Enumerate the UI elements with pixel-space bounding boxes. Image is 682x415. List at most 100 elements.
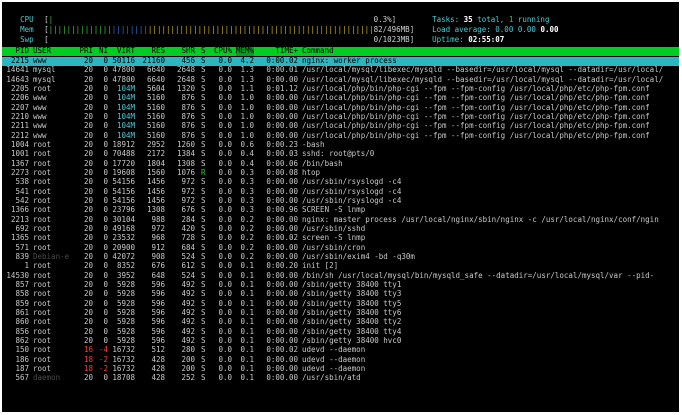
- process-cpu: 0.0: [218, 131, 232, 140]
- process-pid: 14641: [6, 66, 29, 75]
- process-time: 0:00.00: [266, 374, 298, 383]
- process-shr: 280: [181, 346, 195, 355]
- col-res[interactable]: RES: [140, 47, 165, 56]
- process-cpu: 0.0: [218, 355, 232, 364]
- process-user: root: [33, 318, 52, 327]
- process-row[interactable]: 2211 www 20 0 104M 5160 876 S 0.0 1.0 0:00.00/usr/…: [2, 122, 679, 131]
- col-cpu[interactable]: CPU%: [214, 47, 232, 56]
- process-ni: 0: [103, 103, 108, 112]
- process-row[interactable]: 2207 www 20 0 104M 5160 876 S 0.0 1.0 0:00.00/usr/…: [2, 104, 679, 113]
- process-row[interactable]: 2206 www 20 0 104M 5160 876 S 0.0 1.0 0:00.00/usr/…: [2, 94, 679, 103]
- process-list[interactable]: 2215 www 20 0 50116 21160 456 S 0.0 4.2 0:00.02 ngi…: [2, 57, 679, 383]
- process-time: 0:00.00: [266, 215, 298, 224]
- process-row[interactable]: 14641 mysql 20 0 47800 6640 2648 S 0.0 1.3 0:00.01…: [2, 66, 679, 75]
- process-row[interactable]: 1365 root 20 0 23532 968 728 S 0.0 0.2 0:00.02 scre…: [2, 234, 679, 243]
- process-row[interactable]: 1004 root 20 0 18912 2952 1260 S 0.0 0.6 0:00.23 -b…: [2, 141, 679, 150]
- col-user[interactable]: USER: [33, 47, 79, 56]
- process-row[interactable]: 856 root 20 0 5928 596 492 S 0.0 0.1 0:00.00/sbin/…: [2, 328, 679, 337]
- process-pri: 20: [83, 206, 93, 215]
- process-pid: 187: [15, 364, 29, 373]
- process-row[interactable]: 839 Debian-e 20 0 42072 908 524 S 0.0 0.2 0:00.00 /…: [2, 253, 679, 262]
- process-row[interactable]: 187 root 18 -2 16732 428 200 S 0.0 0.1 0:00.00 udev…: [2, 365, 679, 374]
- col-virt[interactable]: VIRT: [110, 47, 135, 56]
- process-row[interactable]: 150 root 16 -4 16732 512 280 S 0.0 0.1 0:00.02 udev…: [2, 346, 679, 355]
- process-row[interactable]: 2205 root 20 0 104M 5604 1320 S 0.0 1.1 0:01.12/us…: [2, 85, 679, 94]
- process-mem: 0.3: [240, 178, 254, 187]
- process-pid: 1: [24, 262, 29, 271]
- process-user: root: [33, 327, 52, 336]
- process-mem: 1.0: [240, 112, 254, 121]
- process-user: www: [33, 103, 47, 112]
- process-state: S: [201, 150, 206, 159]
- process-pri: 20: [83, 159, 93, 168]
- process-row[interactable]: 1366 root 20 0 23796 1308 676 S 0.0 0.3 0:00.96 SCR…: [2, 206, 679, 215]
- process-mem: 0.1: [240, 327, 254, 336]
- process-row[interactable]: 14530 root 20 0 3952 648 524 S 0.0 0.1 0:00.00/bin…: [2, 272, 679, 281]
- process-row[interactable]: 541 root 20 0 54156 1456 972 S 0.0 0.3 0:00.00/usr…: [2, 188, 679, 197]
- process-ni: 0: [103, 336, 108, 345]
- process-user: root: [33, 168, 52, 177]
- process-row[interactable]: 2215 www 20 0 50116 21160 456 S 0.0 4.2 0:00.02 ngi…: [2, 57, 679, 67]
- process-row[interactable]: 2212 www 20 0 104M 5160 876 S 0.0 1.0 0:00.00/usr/…: [2, 132, 679, 141]
- process-row[interactable]: 1367 root 20 0 17720 1804 1308 S 0.0 0.4 0:00.06/b…: [2, 160, 679, 169]
- col-pid[interactable]: PID: [2, 47, 29, 56]
- process-virt: 47800: [112, 66, 135, 75]
- col-command[interactable]: Command: [302, 47, 679, 56]
- tasks-summary: Tasks: 35 total, 1 running: [414, 7, 549, 24]
- col-time[interactable]: TIME+: [260, 47, 298, 56]
- col-state[interactable]: S: [201, 47, 207, 56]
- process-cpu: 0.0: [218, 262, 232, 271]
- process-pid: 692: [15, 224, 29, 233]
- process-row[interactable]: 1 root 20 0 8352 676 612 S 0.0 0.1 0:00.20 init [2]: [2, 262, 679, 271]
- process-pid: 839: [15, 252, 29, 261]
- process-row[interactable]: 2213 root 20 0 30104 988 284 S 0.0 0.2 0:00.00 ngin…: [2, 216, 679, 225]
- process-mem: 0.1: [240, 262, 254, 271]
- process-row[interactable]: 692 root 20 0 49168 972 420 S 0.0 0.2 0:00.00/usr/…: [2, 225, 679, 234]
- col-ni[interactable]: NI: [96, 47, 108, 56]
- process-row[interactable]: 571 root 20 0 20900 912 684 S 0.0 0.2 0:00.00/usr/…: [2, 244, 679, 253]
- process-row[interactable]: 858 root 20 0 5928 596 492 S 0.0 0.1 0:00.00/sbin/…: [2, 290, 679, 299]
- process-row[interactable]: 859 root 20 0 5928 596 492 S 0.0 0.1 0:00.00/sbin/…: [2, 300, 679, 309]
- process-user: root: [33, 290, 52, 299]
- process-row[interactable]: 1001 root 20 0 70488 2172 1384 S 0.0 0.4 0:00.03 ss…: [2, 150, 679, 159]
- process-pri: 18: [83, 364, 93, 373]
- process-row[interactable]: 186 root 18 -2 16732 428 200 S 0.0 0.1 0:00.00 udev…: [2, 356, 679, 365]
- process-cpu: 0.0: [218, 159, 232, 168]
- process-mem: 0.1: [240, 374, 254, 383]
- process-mem: 0.6: [240, 140, 254, 149]
- process-row[interactable]: 542 root 20 0 54156 1456 972 S 0.0 0.3 0:00.00/usr…: [2, 197, 679, 206]
- process-ni: 0: [103, 131, 108, 140]
- process-row[interactable]: 857 root 20 0 5928 596 492 S 0.0 0.1 0:00.00/sbin/…: [2, 281, 679, 290]
- col-mem-sorted[interactable]: MEM%: [236, 47, 254, 56]
- process-shr: 676: [181, 206, 195, 215]
- process-row[interactable]: 14643 mysql 20 0 47800 6640 2648 S 0.0 1.3 0:00.00…: [2, 76, 679, 85]
- process-state: S: [201, 112, 206, 121]
- process-pid: 862: [15, 336, 29, 345]
- process-row[interactable]: 538 root 20 0 54156 1456 972 S 0.0 0.3 0:00.00/usr…: [2, 178, 679, 187]
- process-cpu: 0.0: [218, 327, 232, 336]
- process-state: S: [201, 299, 206, 308]
- process-row[interactable]: 861 root 20 0 5928 596 492 S 0.0 0.1 0:00.00/sbin/…: [2, 309, 679, 318]
- process-pid: 1004: [10, 140, 29, 149]
- process-res: 512: [151, 346, 165, 355]
- process-shr: 2648: [176, 75, 195, 84]
- process-pid: 2205: [10, 84, 29, 93]
- process-res: 6640: [146, 75, 165, 84]
- process-cpu: 0.0: [218, 336, 232, 345]
- process-res: 1456: [146, 196, 165, 205]
- col-pri[interactable]: PRI: [79, 47, 93, 56]
- htop-terminal[interactable]: CPU [| 0.3%] Mem [||||||||||||||||||||||||…: [2, 2, 679, 412]
- process-res: 1804: [146, 159, 165, 168]
- process-state: S: [201, 57, 206, 65]
- process-mem: 0.2: [240, 224, 254, 233]
- process-row[interactable]: 860 root 20 0 5928 596 492 S 0.0 0.1 0:00.00/sbin/…: [2, 318, 679, 327]
- process-user: root: [33, 234, 52, 243]
- process-row[interactable]: 567 daemon 20 0 18708 428 252 S 0.0 0.1 0:00.00/us…: [2, 374, 679, 383]
- process-virt: 5928: [116, 290, 135, 299]
- col-shr[interactable]: SHR: [170, 47, 195, 56]
- process-row[interactable]: 2273 root 20 0 19608 1560 1076 R 0.0 0.3 0:00.08 ht…: [2, 169, 679, 178]
- process-shr: 1308: [176, 159, 195, 168]
- process-row[interactable]: 2210 www 20 0 104M 5160 876 S 0.0 1.0 0:00.00/usr/…: [2, 113, 679, 122]
- process-cmd: nginx: worker process: [302, 57, 397, 65]
- process-row[interactable]: 862 root 20 0 5928 596 492 S 0.0 0.1 0:00.00/sbin/…: [2, 337, 679, 346]
